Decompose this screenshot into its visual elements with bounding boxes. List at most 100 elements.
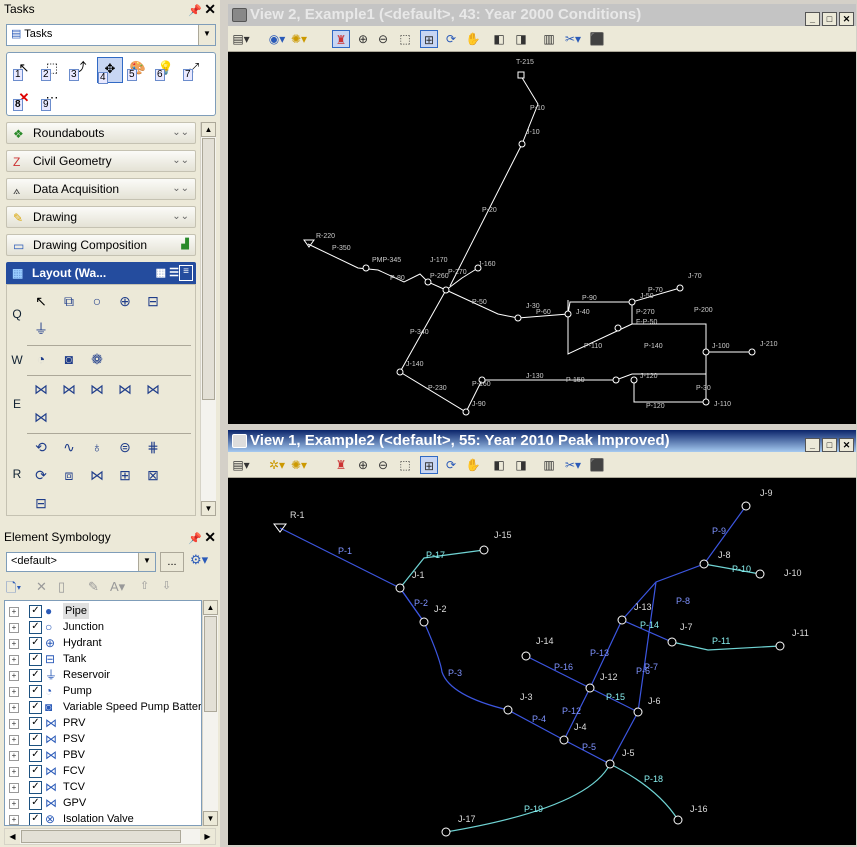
psv-icon[interactable]: ⋈ (59, 379, 79, 399)
turbine-icon[interactable]: ⧈ (59, 465, 79, 485)
scroll-left-icon[interactable]: ◀ (5, 829, 20, 844)
move-up-icon[interactable]: ⇧ (140, 579, 149, 592)
export-icon[interactable]: ⬛ (588, 30, 606, 48)
gpv-icon[interactable]: ⋈ (31, 407, 51, 427)
scroll-thumb[interactable] (21, 830, 181, 843)
more-button[interactable]: ... (160, 552, 184, 572)
category-civil-geometry[interactable]: Z Civil Geometry ⌄⌄ (6, 150, 196, 172)
symbology-item-junction[interactable]: + ✓ ○ Junction (5, 619, 201, 635)
minimize-icon[interactable]: _ (805, 12, 820, 26)
view1-canvas[interactable]: R-1 P-1 J-15 P-17 J-1 P-2 J-2 P-3 J-3 P-… (228, 478, 856, 845)
scroll-thumb[interactable] (204, 616, 217, 712)
pump-icon[interactable]: ◔ (31, 349, 51, 369)
close-icon[interactable]: ✕ (839, 438, 854, 452)
delete-tool-button[interactable]: ✕ 8 (13, 87, 35, 111)
tasks-scrollbar[interactable]: ▲ ▼ (200, 122, 216, 516)
symbology-item-pipe[interactable]: + ✓ ● Pipe (5, 603, 201, 619)
previous-view-icon[interactable]: ◧ (490, 30, 508, 48)
zoom-in-icon[interactable]: ⊕ (354, 456, 372, 474)
pump-station-icon[interactable]: ◙ (59, 349, 79, 369)
expand-icon[interactable]: + (9, 783, 19, 793)
zoom-out-icon[interactable]: ⊖ (374, 456, 392, 474)
expand-icon[interactable]: + (9, 607, 19, 617)
view1-titlebar[interactable]: View 1, Example2 (<default>, 55: Year 20… (228, 430, 856, 452)
symbology-item-prv[interactable]: + ✓ ⋈ PRV (5, 715, 201, 731)
edit-icon[interactable]: ✎ (88, 579, 99, 595)
expand-icon[interactable]: + (9, 687, 19, 697)
symbology-item-gpv[interactable]: + ✓ ⋈ GPV (5, 795, 201, 811)
visibility-checkbox[interactable]: ✓ (29, 797, 42, 810)
tasks-combo[interactable]: ▤ Tasks ▼ (6, 24, 216, 46)
zoom-window-icon[interactable]: ⬚ (396, 456, 414, 474)
visibility-checkbox[interactable]: ✓ (29, 765, 42, 778)
tcv-icon[interactable]: ⋈ (143, 379, 163, 399)
rupture-icon[interactable]: ⊠ (143, 465, 163, 485)
select-region-tool-button[interactable]: ⬚ 2 (41, 57, 63, 81)
symbology-item-variable-speed-pump-battery[interactable]: + ✓ ◙ Variable Speed Pump Battery (5, 699, 201, 715)
view2-canvas[interactable]: T-215 P-10 J-10 P-20 R-220 P-350 PMP-345… (228, 52, 856, 424)
fcv-icon[interactable]: ⋈ (115, 379, 135, 399)
expand-icon[interactable]: + (9, 719, 19, 729)
visibility-checkbox[interactable]: ✓ (29, 717, 42, 730)
symbology-item-hydrant[interactable]: + ✓ ⊕ Hydrant (5, 635, 201, 651)
visibility-checkbox[interactable]: ✓ (29, 605, 42, 618)
refresh-icon[interactable]: ⟳ (442, 456, 460, 474)
symbology-hscrollbar[interactable]: ◀ ▶ (4, 828, 216, 845)
select-arrow-icon[interactable]: ↖ (31, 291, 51, 311)
spring-icon[interactable]: ∿ (59, 437, 79, 457)
chevron-down-icon[interactable]: ⌄⌄ (172, 151, 189, 171)
resize-tool-button[interactable]: ⤢ 7 (183, 57, 205, 81)
tools-icon[interactable]: ✂▾ (564, 456, 582, 474)
move-down-icon[interactable]: ⇩ (162, 579, 171, 592)
scroll-down-icon[interactable]: ▼ (203, 811, 218, 826)
measure-tool-button[interactable]: ⋯ 9 (41, 87, 63, 111)
paint-icon[interactable]: ♜ (332, 30, 350, 48)
vsp-battery-icon[interactable]: ❁ (87, 349, 107, 369)
symbology-item-reservoir[interactable]: + ✓ ⏚ Reservoir (5, 667, 201, 683)
expand-icon[interactable]: + (9, 639, 19, 649)
maximize-icon[interactable]: □ (822, 438, 837, 452)
visibility-checkbox[interactable]: ✓ (29, 653, 42, 666)
bulb-tool-button[interactable]: 💡 6 (155, 57, 177, 81)
paint-icon[interactable]: ♜ (332, 456, 350, 474)
expand-icon[interactable]: + (9, 751, 19, 761)
symbology-item-fcv[interactable]: + ✓ ⋈ FCV (5, 763, 201, 779)
visibility-checkbox[interactable]: ✓ (29, 637, 42, 650)
expand-icon[interactable]: + (9, 815, 19, 825)
previous-view-icon[interactable]: ◧ (490, 456, 508, 474)
symbology-item-tank[interactable]: + ✓ ⊟ Tank (5, 651, 201, 667)
reservoir-icon[interactable]: ⏚ (31, 319, 51, 339)
hydrant-icon[interactable]: ⊕ (115, 291, 135, 311)
chevron-down-icon[interactable]: ⌄⌄ (172, 207, 189, 227)
layers-icon[interactable]: ◉▾ (268, 30, 286, 48)
chamber-icon[interactable]: ⊟ (31, 493, 51, 513)
layout-header[interactable]: ▦ Layout (Wa... ▦ ☰ ≡ (6, 262, 196, 284)
new-icon[interactable]: 🗋▾ (6, 579, 21, 601)
close-icon[interactable]: ✕ (204, 528, 216, 546)
visibility-checkbox[interactable]: ✓ (29, 749, 42, 762)
expand-icon[interactable]: + (9, 703, 19, 713)
scroll-right-icon[interactable]: ▶ (200, 829, 215, 844)
visibility-checkbox[interactable]: ✓ (29, 701, 42, 714)
visibility-checkbox[interactable]: ✓ (29, 733, 42, 746)
visibility-checkbox[interactable]: ✓ (29, 669, 42, 682)
category-data-acquisition[interactable]: ⟑ Data Acquisition ⌄⌄ (6, 178, 196, 200)
symbology-item-pbv[interactable]: + ✓ ⋈ PBV (5, 747, 201, 763)
visibility-checkbox[interactable]: ✓ (29, 621, 42, 634)
scroll-up-icon[interactable]: ▲ (201, 122, 216, 137)
pan-tool-button[interactable]: ✥ 4 (97, 57, 123, 84)
symbology-item-pump[interactable]: + ✓ ◔ Pump (5, 683, 201, 699)
expand-icon[interactable]: + (9, 671, 19, 681)
connect-tool-button[interactable]: ⤴ 3 (69, 57, 91, 81)
zoom-extents-icon[interactable]: ⊞ (420, 456, 438, 474)
junction-icon[interactable]: ○ (87, 291, 107, 311)
maximize-icon[interactable]: □ (822, 12, 837, 26)
symbology-settings-icon[interactable]: ⚙▾ (190, 552, 214, 572)
check-valve-icon[interactable]: ⟲ (31, 437, 51, 457)
category-drawing-composition[interactable]: ▭ Drawing Composition ▟ (6, 234, 196, 256)
delete-icon[interactable]: ✕ (36, 579, 47, 595)
view-icon[interactable]: ▤▾ (232, 456, 250, 474)
vessel-icon[interactable]: ⊜ (115, 437, 135, 457)
next-view-icon[interactable]: ◨ (512, 456, 530, 474)
expand-icon[interactable]: + (9, 623, 19, 633)
